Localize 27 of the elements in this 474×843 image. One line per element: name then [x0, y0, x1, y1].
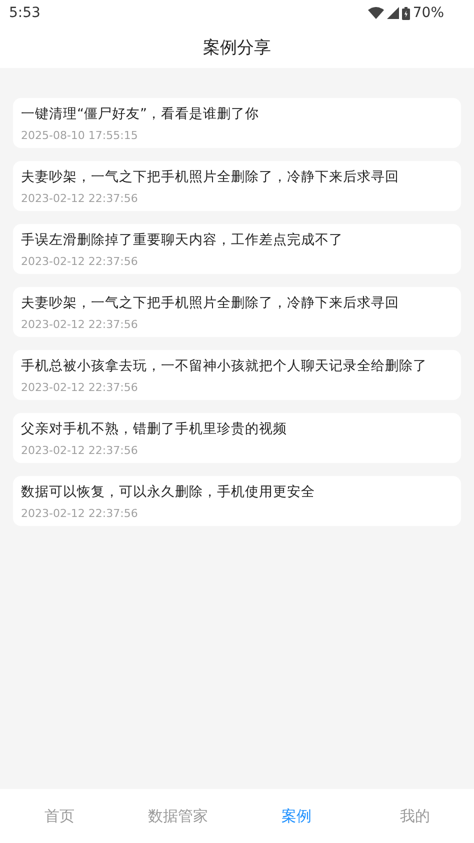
case-title: 夫妻吵架，一气之下把手机照片全删除了，冷静下来后求寻回 [21, 294, 400, 312]
signal-icon [386, 7, 399, 19]
battery-percent: 70% [412, 5, 444, 21]
case-date: 2023-02-12 22:37:56 [21, 255, 139, 268]
case-card[interactable]: 手机总被小孩拿去玩，一不留神小孩就把个人聊天记录全给删除了 2023-02-12 22:37:56 [13, 350, 461, 400]
case-card[interactable]: 夫妻吵架，一气之下把手机照片全删除了，冷静下来后求寻回 2023-02-12 22:37:56 [13, 287, 461, 337]
case-title: 手机总被小孩拿去玩，一不留神小孩就把个人聊天记录全给删除了 [21, 357, 428, 375]
case-title: 手误左滑删除掉了重要聊天内容，工作差点完成不了 [21, 231, 344, 249]
case-card[interactable]: 手误左滑删除掉了重要聊天内容，工作差点完成不了 2023-02-12 22:37:56 [13, 224, 461, 274]
case-title: 夫妻吵架，一气之下把手机照片全删除了，冷静下来后求寻回 [21, 168, 400, 186]
case-card[interactable]: 父亲对手机不熟，错删了手机里珍贵的视频 2023-02-12 22:37:56 [13, 413, 461, 463]
case-card[interactable]: 一键清理“僵尸好友”，看看是谁删了你 2025-08-10 17:55:15 [13, 98, 461, 148]
case-date: 2023-02-12 22:37:56 [21, 507, 139, 520]
case-title: 一键清理“僵尸好友”，看看是谁删了你 [21, 105, 260, 123]
case-date: 2025-08-10 17:55:15 [21, 129, 139, 142]
status-time: 5:53 [9, 5, 40, 21]
page-title: 案例分享 [203, 36, 271, 58]
case-card[interactable]: 数据可以恢复，可以永久删除，手机使用更安全 2023-02-12 22:37:56 [13, 476, 461, 526]
case-title: 数据可以恢复，可以永久删除，手机使用更安全 [21, 483, 316, 501]
wifi-icon [368, 7, 384, 19]
battery-icon [402, 6, 410, 20]
case-title: 父亲对手机不熟，错删了手机里珍贵的视频 [21, 420, 288, 438]
case-date: 2023-02-12 22:37:56 [21, 381, 139, 394]
case-date: 2023-02-12 22:37:56 [21, 444, 139, 457]
case-date: 2023-02-12 22:37:56 [21, 318, 139, 331]
case-date: 2023-02-12 22:37:56 [21, 192, 139, 205]
case-card[interactable]: 夫妻吵架，一气之下把手机照片全删除了，冷静下来后求寻回 2023-02-12 22:37:56 [13, 161, 461, 211]
